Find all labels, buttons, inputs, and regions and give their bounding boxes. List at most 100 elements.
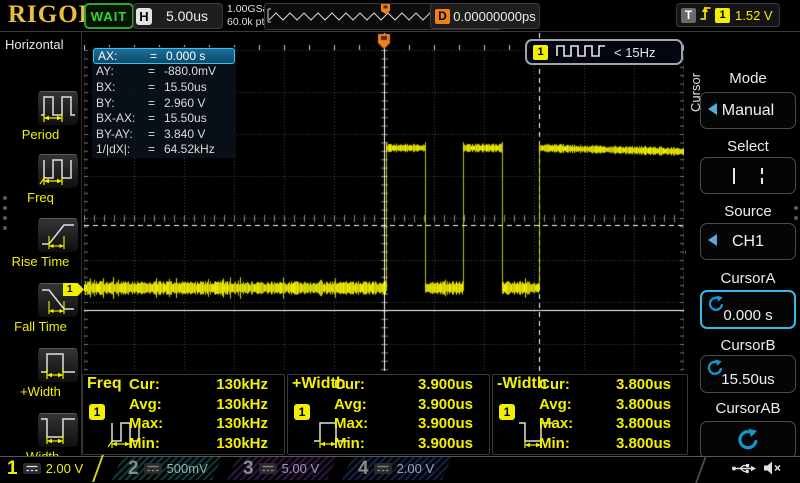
cursor-menu-button-mode[interactable]: Manual <box>700 92 796 129</box>
stat-label: Min: <box>334 435 365 455</box>
stat-value: 130kHz <box>216 435 268 455</box>
measurement-row-min: Min:3.800us <box>539 435 671 455</box>
cursor-readout-label: 1/|dX|: <box>96 142 148 156</box>
cursor-readout-eq: = <box>148 111 164 125</box>
stat-label: Cur: <box>334 376 365 396</box>
measurement-row-max: Max: 130kHz <box>129 415 268 435</box>
oscilloscope-screen: { "top_bar": { "logo": "RIGOL", "status"… <box>0 0 800 480</box>
horizontal-item-label-fall-time: Fall Time <box>0 319 81 334</box>
measurement-row-avg: Avg:3.800us <box>539 396 671 416</box>
measurement-freq[interactable]: Freq1Cur:130kHzAvg:130kHzMax:130kHzMin:1… <box>82 374 285 455</box>
measurement-row-cur: Cur:130kHz <box>129 376 268 396</box>
cursor-menu-label-mode: Mode <box>700 70 796 88</box>
measurement-width[interactable]: -Width1Cur:3.800usAvg:3.800usMax:3.800us… <box>492 374 688 455</box>
stat-label: Avg: <box>334 396 367 416</box>
cursor-menu-button-cursora[interactable]: 0.000 s <box>700 290 796 329</box>
cursor-readout-eq: = <box>148 80 164 94</box>
measurement-row-max: Max:3.900us <box>334 415 473 435</box>
cursor-menu-button-select[interactable] <box>700 157 796 194</box>
stat-value: 3.800us <box>616 415 671 435</box>
trigger-channel-badge: 1 <box>715 8 730 23</box>
stat-value: 130kHz <box>216 415 268 435</box>
horizontal-measure-menu: Horizontal PeriodFreqRise TimeFall Time+… <box>0 32 81 456</box>
cursor-readout-eq: = <box>148 142 164 156</box>
scope-display: AX:=0.000 sAY:=-880.0mVBX:=15.50usBY:=2.… <box>84 33 684 371</box>
channel-4-number: 4 <box>358 458 369 480</box>
measurement-channel-badge: 1 <box>89 404 105 420</box>
cursor-menu-label-select: Select <box>700 138 796 156</box>
period-icon <box>39 89 77 128</box>
cursor-readout-value: 64.52kHz <box>164 142 215 156</box>
measurement-row-cur: Cur: 3.900us <box>334 376 473 396</box>
cursor-readout-bx-ax: BX-AX:=15.50us <box>92 110 236 126</box>
cursor-readout-eq: = <box>148 127 164 141</box>
stat-label: Min: <box>129 435 160 455</box>
nwidth-icon <box>39 411 77 450</box>
horizontal-item-width[interactable] <box>37 348 79 383</box>
delay-control[interactable]: D 0.00000000ps <box>430 3 540 29</box>
stat-value: 3.800us <box>616 376 671 396</box>
channel-4-scale: 2.00 V <box>397 461 435 476</box>
freq-icon <box>39 152 77 191</box>
source-value: CH1 <box>701 233 795 251</box>
channel-2-status[interactable]: 2500mV <box>112 457 222 480</box>
usb-icon <box>731 462 757 480</box>
cursor-readout-value: 3.840 V <box>164 127 205 141</box>
horizontal-item-label-rise-time: Rise Time <box>0 254 81 269</box>
trigger-frequency-box: 1 < 15Hz <box>525 39 683 65</box>
channel-1-status[interactable]: 12.00 V <box>0 457 107 480</box>
stat-value: 3.900us <box>418 376 473 396</box>
stat-label: Max: <box>539 415 573 435</box>
stat-value: 130kHz <box>216 396 268 416</box>
horizontal-item-rise-time[interactable] <box>37 218 79 253</box>
measurement-values: Cur: 3.900usAvg:3.900usMax:3.900usMin:3.9… <box>334 376 473 454</box>
cursor-readout-by: BY:=2.960 V <box>92 95 236 111</box>
measurement-row-min: Min:3.900us <box>334 435 473 455</box>
measurement-width[interactable]: +Width1Cur:3.900usAvg:3.900usMax:3.900us… <box>287 374 490 455</box>
measurement-row-avg: Avg:3.900us <box>334 396 473 416</box>
cursor-readout-value: 0.000 s <box>166 49 205 63</box>
cursor-readout-eq: = <box>148 96 164 110</box>
cursor-menu-button-source[interactable]: CH1 <box>700 223 796 260</box>
speaker-muted-icon <box>763 461 782 480</box>
channel-3-number: 3 <box>243 458 254 480</box>
cursor-readout-box: AX:=0.000 sAY:=-880.0mVBX:=15.50usBY:=2.… <box>92 47 236 158</box>
horizontal-badge: H <box>136 8 152 25</box>
top-bar-divider <box>0 31 800 32</box>
cursor-readout-eq: = <box>148 64 164 78</box>
stat-value: 3.800us <box>616 396 671 416</box>
status-divider <box>695 456 706 483</box>
cursor-readout-1-dx: 1/|dX|:=64.52kHz <box>92 142 236 158</box>
horizontal-item-width[interactable] <box>37 413 79 448</box>
top-bar: RIGOL WAIT H 5.00us 1.00GSa/s 60.0k pts … <box>0 0 800 31</box>
cursor-a-line-icon <box>733 168 735 184</box>
trigger-info[interactable]: T 1 1.52 V <box>676 3 780 27</box>
horizontal-item-freq[interactable] <box>37 154 79 189</box>
trigger-label: T <box>681 8 696 23</box>
channel-3-status[interactable]: 35.00 V <box>227 457 337 480</box>
cursor-readout-label: AX: <box>98 49 150 63</box>
stat-label: Max: <box>129 415 163 435</box>
stat-value: 3.800us <box>616 435 671 455</box>
cursor-readout-label: BX-AX: <box>96 111 148 125</box>
measurement-row-cur: Cur:3.800us <box>539 376 671 396</box>
measurement-name-freq: Freq <box>87 375 122 393</box>
channel-2-scale: 500mV <box>167 461 208 476</box>
stat-label: Cur: <box>129 376 160 396</box>
channel-4-status[interactable]: 4 2.00 V <box>342 457 452 480</box>
channel-bar: 12.00 V2500mV35.00 V 4 2.00 V <box>0 457 800 480</box>
horizontal-item-period[interactable] <box>37 91 79 126</box>
pwidth-icon <box>39 346 77 385</box>
measurement-values: Cur:130kHzAvg:130kHzMax:130kHzMin:130kHz <box>129 376 268 454</box>
page-dot <box>3 216 7 220</box>
timebase-control[interactable]: H 5.00us <box>133 3 223 29</box>
cursor-menu: Cursor ModeManualSelectSourceCH1CursorA0… <box>686 32 800 456</box>
cursor-menu-button-cursorb[interactable]: 15.50us <box>700 355 796 393</box>
measurement-row-avg: Avg:130kHz <box>129 396 268 416</box>
cursor-readout-label: BY: <box>96 96 148 110</box>
cursor-menu-button-cursorab[interactable] <box>700 421 796 459</box>
square-wave-icon <box>555 43 607 61</box>
horizontal-menu-title: Horizontal <box>5 37 64 52</box>
cursor-menu-label-source: Source <box>700 203 796 221</box>
cursor-readout-by-ay: BY-AY:=3.840 V <box>92 126 236 142</box>
